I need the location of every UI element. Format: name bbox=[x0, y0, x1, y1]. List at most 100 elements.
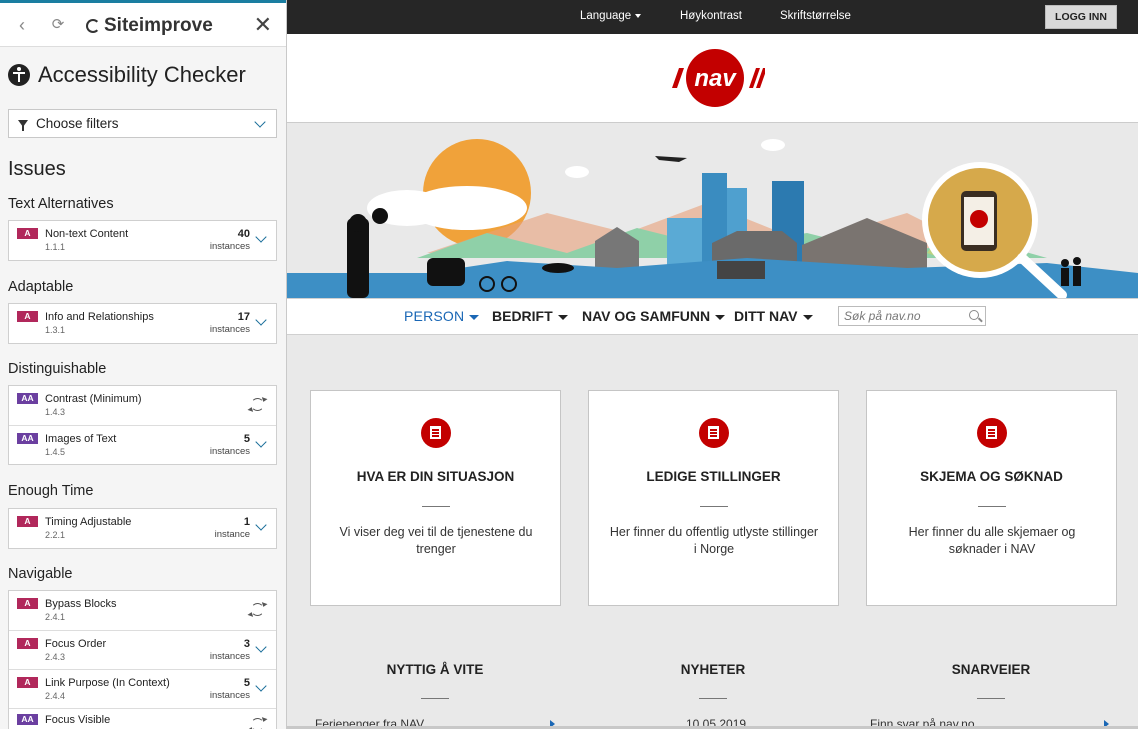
issue-card-navigable: A Bypass Blocks 2.4.1 A Focus Order 2.4.… bbox=[8, 590, 277, 729]
issue-row-info-and-relationships[interactable]: A Info and Relationships 1.3.1 17 instan… bbox=[9, 304, 276, 343]
high-contrast-link[interactable]: Høykontrast bbox=[680, 10, 742, 22]
close-icon[interactable]: ✕ bbox=[254, 14, 272, 36]
cloud-shape bbox=[761, 139, 785, 151]
caret-down-icon bbox=[715, 314, 726, 320]
menu-person[interactable]: PERSON bbox=[404, 308, 480, 324]
issue-count: 1 bbox=[243, 516, 250, 528]
issues-heading: Issues bbox=[8, 158, 66, 180]
document-icon bbox=[699, 418, 729, 448]
chevron-down-icon[interactable] bbox=[255, 231, 267, 243]
search-input[interactable]: Søk på nav.no bbox=[838, 306, 986, 326]
font-size-link[interactable]: Skriftstørrelse bbox=[780, 10, 851, 22]
airplane-icon bbox=[655, 156, 687, 162]
form-icon bbox=[977, 418, 1007, 448]
caret-down-icon bbox=[802, 314, 813, 320]
menu-bedrift-label: BEDRIFT bbox=[492, 308, 553, 324]
hero-scene bbox=[287, 139, 1138, 300]
group-heading-text-alternatives: Text Alternatives bbox=[8, 196, 114, 212]
language-menu[interactable]: Language bbox=[580, 10, 642, 22]
chevron-down-icon[interactable] bbox=[255, 519, 267, 531]
box-hva-er-din-situasjon[interactable]: HVA ER DIN SITUASJON Vi viser deg vei ti… bbox=[310, 390, 561, 606]
people-silhouette bbox=[1073, 266, 1081, 286]
issue-row-contrast-minimum[interactable]: AA Contrast (Minimum) 1.4.3 bbox=[9, 386, 276, 425]
menu-dittnav-label: DITT NAV bbox=[734, 308, 798, 324]
refresh-icon[interactable] bbox=[251, 718, 264, 729]
chevron-down-icon[interactable] bbox=[255, 436, 267, 448]
issue-code: 2.4.4 bbox=[45, 691, 66, 701]
nav-logo[interactable]: nav bbox=[665, 46, 765, 110]
box-ledige-stillinger[interactable]: LEDIGE STILLINGER Her finner du offentli… bbox=[588, 390, 839, 606]
person-silhouette bbox=[372, 208, 388, 224]
issue-count-unit: instances bbox=[209, 446, 250, 457]
reload-icon[interactable]: ⟳ bbox=[48, 15, 68, 35]
person-head-silhouette bbox=[349, 214, 367, 232]
issue-name: Images of Text bbox=[45, 433, 117, 445]
level-badge: A bbox=[17, 598, 38, 609]
issue-card-distinguishable: AA Contrast (Minimum) 1.4.3 AA Images of… bbox=[8, 385, 277, 465]
box-text: Her finner du alle skjemaer og søknader … bbox=[908, 525, 1076, 556]
group-heading-adaptable: Adaptable bbox=[8, 279, 74, 295]
website-viewport: Language Høykontrast Skriftstørrelse LOG… bbox=[287, 0, 1138, 729]
issue-code: 1.1.1 bbox=[45, 242, 66, 252]
panel-toolbar: ‹ ⟳ Siteimprove ✕ bbox=[0, 3, 286, 47]
nav-logo-text: nav bbox=[694, 65, 737, 92]
box-skjema-og-soknad[interactable]: SKJEMA OG SØKNAD Her finner du alle skje… bbox=[866, 390, 1117, 606]
issue-card-adaptable: A Info and Relationships 1.3.1 17 instan… bbox=[8, 303, 277, 344]
app-window: ‹ ⟳ Siteimprove ✕ Accessibility Checker … bbox=[0, 0, 1138, 729]
caret-down-icon bbox=[557, 314, 568, 320]
box-text: Vi viser deg vei til de tjenestene du tr… bbox=[339, 525, 533, 556]
issue-row-images-of-text[interactable]: AA Images of Text 1.4.5 5 instances bbox=[9, 425, 276, 464]
divider bbox=[977, 698, 1005, 699]
issue-count: 5 bbox=[243, 433, 250, 445]
search-icon[interactable] bbox=[969, 310, 979, 320]
menu-nav-og-samfunn[interactable]: NAV OG SAMFUNN bbox=[582, 308, 726, 324]
refresh-icon[interactable] bbox=[251, 398, 264, 411]
issue-row-focus-order[interactable]: A Focus Order 2.4.3 3 instances bbox=[9, 630, 276, 669]
divider bbox=[422, 506, 450, 507]
issue-name: Contrast (Minimum) bbox=[45, 393, 142, 405]
cloud-shape bbox=[565, 166, 589, 178]
issue-count-unit: instances bbox=[209, 241, 250, 252]
issue-count: 5 bbox=[243, 677, 250, 689]
menu-bedrift[interactable]: BEDRIFT bbox=[492, 308, 568, 324]
issue-count-unit: instances bbox=[209, 651, 250, 662]
issue-row-focus-visible[interactable]: AA Focus Visible bbox=[9, 708, 276, 729]
issue-name: Timing Adjustable bbox=[45, 516, 132, 528]
issue-name: Focus Visible bbox=[45, 714, 111, 726]
language-label: Language bbox=[580, 10, 632, 22]
issue-count: 40 bbox=[237, 228, 250, 240]
chevron-down-icon[interactable] bbox=[255, 680, 267, 692]
issue-count: 3 bbox=[243, 638, 250, 650]
search-placeholder: Søk på nav.no bbox=[844, 309, 921, 323]
issue-row-non-text-content[interactable]: A Non-text Content 1.1.1 40 instances bbox=[9, 221, 276, 260]
issue-name: Info and Relationships bbox=[45, 311, 154, 323]
menu-ditt-nav[interactable]: DITT NAV bbox=[734, 308, 813, 324]
level-badge: A bbox=[17, 311, 38, 322]
page-title-row: Accessibility Checker bbox=[8, 62, 246, 88]
chevron-down-icon[interactable] bbox=[255, 641, 267, 653]
site-header: nav bbox=[287, 34, 1138, 123]
issue-name: Non-text Content bbox=[45, 228, 129, 240]
issue-row-link-purpose[interactable]: A Link Purpose (In Context) 2.4.4 5 inst… bbox=[9, 669, 276, 708]
siteimprove-logo: Siteimprove bbox=[86, 15, 213, 37]
issue-card-enough-time: A Timing Adjustable 2.2.1 1 instance bbox=[8, 508, 277, 549]
chevron-down-icon bbox=[254, 116, 266, 128]
issue-row-bypass-blocks[interactable]: A Bypass Blocks 2.4.1 bbox=[9, 591, 276, 630]
login-button[interactable]: LOGG INN bbox=[1045, 5, 1117, 29]
filter-dropdown[interactable]: Choose filters bbox=[8, 109, 277, 138]
refresh-icon[interactable] bbox=[251, 603, 264, 616]
group-heading-distinguishable: Distinguishable bbox=[8, 361, 107, 377]
issue-card-text-alternatives: A Non-text Content 1.1.1 40 instances bbox=[8, 220, 277, 261]
divider bbox=[700, 506, 728, 507]
divider bbox=[699, 698, 727, 699]
issue-name: Focus Order bbox=[45, 638, 107, 650]
issue-row-timing-adjustable[interactable]: A Timing Adjustable 2.2.1 1 instance bbox=[9, 509, 276, 548]
level-badge: A bbox=[17, 677, 38, 688]
issue-count-unit: instance bbox=[214, 529, 250, 540]
filter-label: Choose filters bbox=[36, 116, 119, 131]
chevron-down-icon[interactable] bbox=[255, 314, 267, 326]
level-badge: AA bbox=[17, 714, 38, 725]
section-heading-nyheter: NYHETER bbox=[680, 662, 746, 677]
back-arrow-icon[interactable]: ‹ bbox=[12, 15, 32, 35]
page-title: Accessibility Checker bbox=[38, 62, 246, 87]
